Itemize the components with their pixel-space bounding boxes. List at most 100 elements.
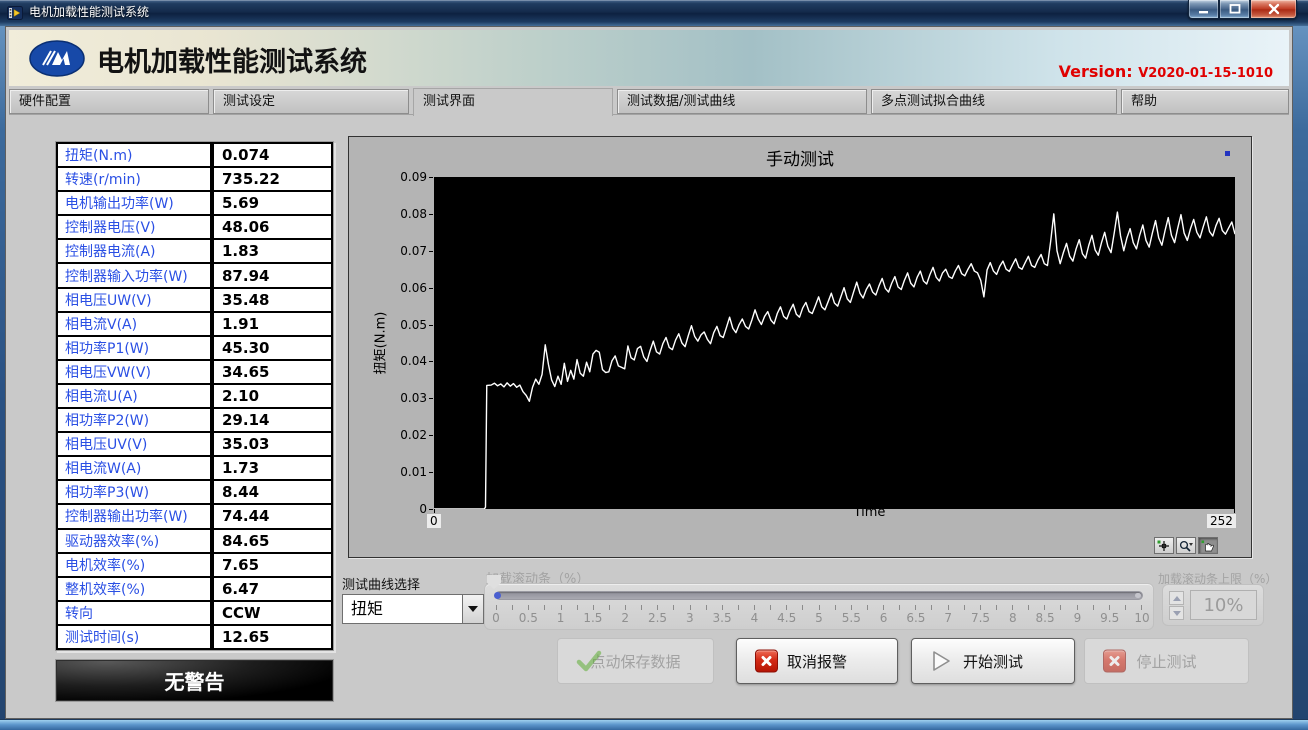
- slider-tick: [1109, 605, 1110, 610]
- slider-tick: [706, 605, 707, 610]
- y-tick-label: 0.05: [349, 318, 427, 332]
- chart-title: 手动测试: [349, 145, 1251, 170]
- x-axis-label: Time: [469, 505, 1270, 520]
- measurement-value: 2.10: [214, 385, 331, 407]
- slider-tick-label: 5.5: [842, 611, 861, 625]
- slider-tick: [754, 605, 755, 610]
- slider-tick-label: 6: [880, 611, 888, 625]
- measurement-label: 驱动器效率(%): [58, 530, 210, 552]
- maximize-button[interactable]: [1219, 0, 1250, 19]
- measurement-value: 45.30: [214, 337, 331, 359]
- cancel-alarm-button[interactable]: 取消报警: [736, 638, 898, 684]
- plot-area[interactable]: [434, 177, 1235, 509]
- measurement-label: 相电压VW(V): [58, 361, 210, 383]
- jog-save-data-button[interactable]: 点动保存数据: [557, 638, 714, 684]
- y-tick-mark: [429, 361, 433, 362]
- y-tick-mark: [429, 435, 433, 436]
- slider-tick: [738, 605, 739, 610]
- measurement-label: 相电压UV(V): [58, 433, 210, 455]
- load-slider[interactable]: 00.511.522.533.544.555.566.577.588.599.5…: [484, 583, 1154, 630]
- slider-tick-label: 1.5: [583, 611, 602, 625]
- tab-3[interactable]: 测试数据/测试曲线: [617, 89, 867, 114]
- slider-tick: [931, 605, 932, 610]
- slider-tick: [690, 605, 691, 610]
- slider-tick: [996, 605, 997, 610]
- slider-tick: [1060, 605, 1061, 610]
- y-tick-mark: [429, 325, 433, 326]
- chevron-up-icon: [1173, 596, 1181, 601]
- slider-tick: [496, 605, 497, 610]
- start-test-button[interactable]: 开始测试: [911, 638, 1075, 684]
- y-tick-mark: [429, 177, 433, 178]
- curve-select-label: 测试曲线选择: [342, 574, 420, 593]
- measurement-label: 扭矩(N.m): [58, 144, 210, 166]
- stop-test-button[interactable]: 停止测试: [1084, 638, 1249, 684]
- legend-marker: [1225, 151, 1230, 156]
- slider-tick: [883, 605, 884, 610]
- magnifier-icon: [1179, 540, 1193, 552]
- y-tick-mark: [429, 472, 433, 473]
- client-area: 电机加载性能测试系统 Version: V2020-01-15-1010 硬件配…: [5, 26, 1293, 719]
- slider-tick: [770, 605, 771, 610]
- slider-tick-label: 2.5: [648, 611, 667, 625]
- measurement-value: 735.22: [214, 168, 331, 190]
- slider-tick: [899, 605, 900, 610]
- tab-5[interactable]: 帮助: [1121, 89, 1289, 114]
- slider-tick: [625, 605, 626, 610]
- chevron-down-icon: [468, 606, 478, 612]
- y-tick-label: 0.07: [349, 244, 427, 258]
- slider-tick-label: 9: [1074, 611, 1082, 625]
- measurement-label: 相电流U(A): [58, 385, 210, 407]
- close-button[interactable]: [1250, 0, 1297, 19]
- slider-tick: [851, 605, 852, 610]
- spin-up-button[interactable]: [1169, 591, 1184, 605]
- y-tick-mark: [429, 251, 433, 252]
- measurement-label: 控制器电流(A): [58, 240, 210, 262]
- slider-tick: [1141, 605, 1142, 610]
- measurement-value: 74.44: [214, 505, 331, 527]
- tab-bar: 硬件配置测试设定测试界面测试数据/测试曲线多点测试拟合曲线帮助: [9, 88, 1289, 115]
- dropdown-arrow-button[interactable]: [462, 595, 483, 623]
- tab-1[interactable]: 测试设定: [213, 89, 409, 114]
- pan-tool-button[interactable]: [1198, 537, 1218, 554]
- spin-down-button[interactable]: [1169, 606, 1184, 620]
- slider-tick: [786, 605, 787, 610]
- measurement-label: 相功率P3(W): [58, 481, 210, 503]
- slider-thumb[interactable]: [487, 575, 501, 589]
- upper-limit-control: 10%: [1162, 584, 1264, 626]
- version-label: Version:: [1059, 62, 1133, 81]
- y-tick-label: 0.04: [349, 354, 427, 368]
- slider-tick-label: 0.5: [519, 611, 538, 625]
- curve-select-value: 扭矩: [351, 595, 383, 623]
- cursor-tool-button[interactable]: [1154, 537, 1174, 554]
- y-tick-label: 0.06: [349, 281, 427, 295]
- play-icon: [930, 649, 952, 673]
- curve-select-dropdown[interactable]: 扭矩: [342, 594, 484, 624]
- measurement-value: 35.03: [214, 433, 331, 455]
- upper-limit-spinner: [1169, 591, 1184, 620]
- slider-tick-label: 5: [815, 611, 823, 625]
- tab-2[interactable]: 测试界面: [413, 88, 613, 116]
- slider-tick: [964, 605, 965, 610]
- measurement-label: 转向: [58, 602, 210, 624]
- slider-track[interactable]: [495, 591, 1143, 600]
- minimize-button[interactable]: [1188, 0, 1219, 19]
- tab-0[interactable]: 硬件配置: [9, 89, 209, 114]
- slider-tick: [673, 605, 674, 610]
- tab-4[interactable]: 多点测试拟合曲线: [871, 89, 1117, 114]
- zoom-tool-button[interactable]: [1176, 537, 1196, 554]
- slider-tick: [1093, 605, 1094, 610]
- slider-tick: [980, 605, 981, 610]
- slider-tick-label: 6.5: [906, 611, 925, 625]
- green-check-icon: [576, 650, 602, 672]
- x-tick-min: [434, 509, 435, 513]
- measurement-label: 相功率P1(W): [58, 337, 210, 359]
- slider-fill-dot: [494, 592, 501, 599]
- measurement-label: 控制器输出功率(W): [58, 505, 210, 527]
- measurement-label: 相功率P2(W): [58, 409, 210, 431]
- measurement-label: 相电压UW(V): [58, 289, 210, 311]
- measurement-value: 48.06: [214, 216, 331, 238]
- measurement-label: 电机输出功率(W): [58, 192, 210, 214]
- version-text: Version: V2020-01-15-1010: [1059, 62, 1273, 81]
- measurement-value: 5.69: [214, 192, 331, 214]
